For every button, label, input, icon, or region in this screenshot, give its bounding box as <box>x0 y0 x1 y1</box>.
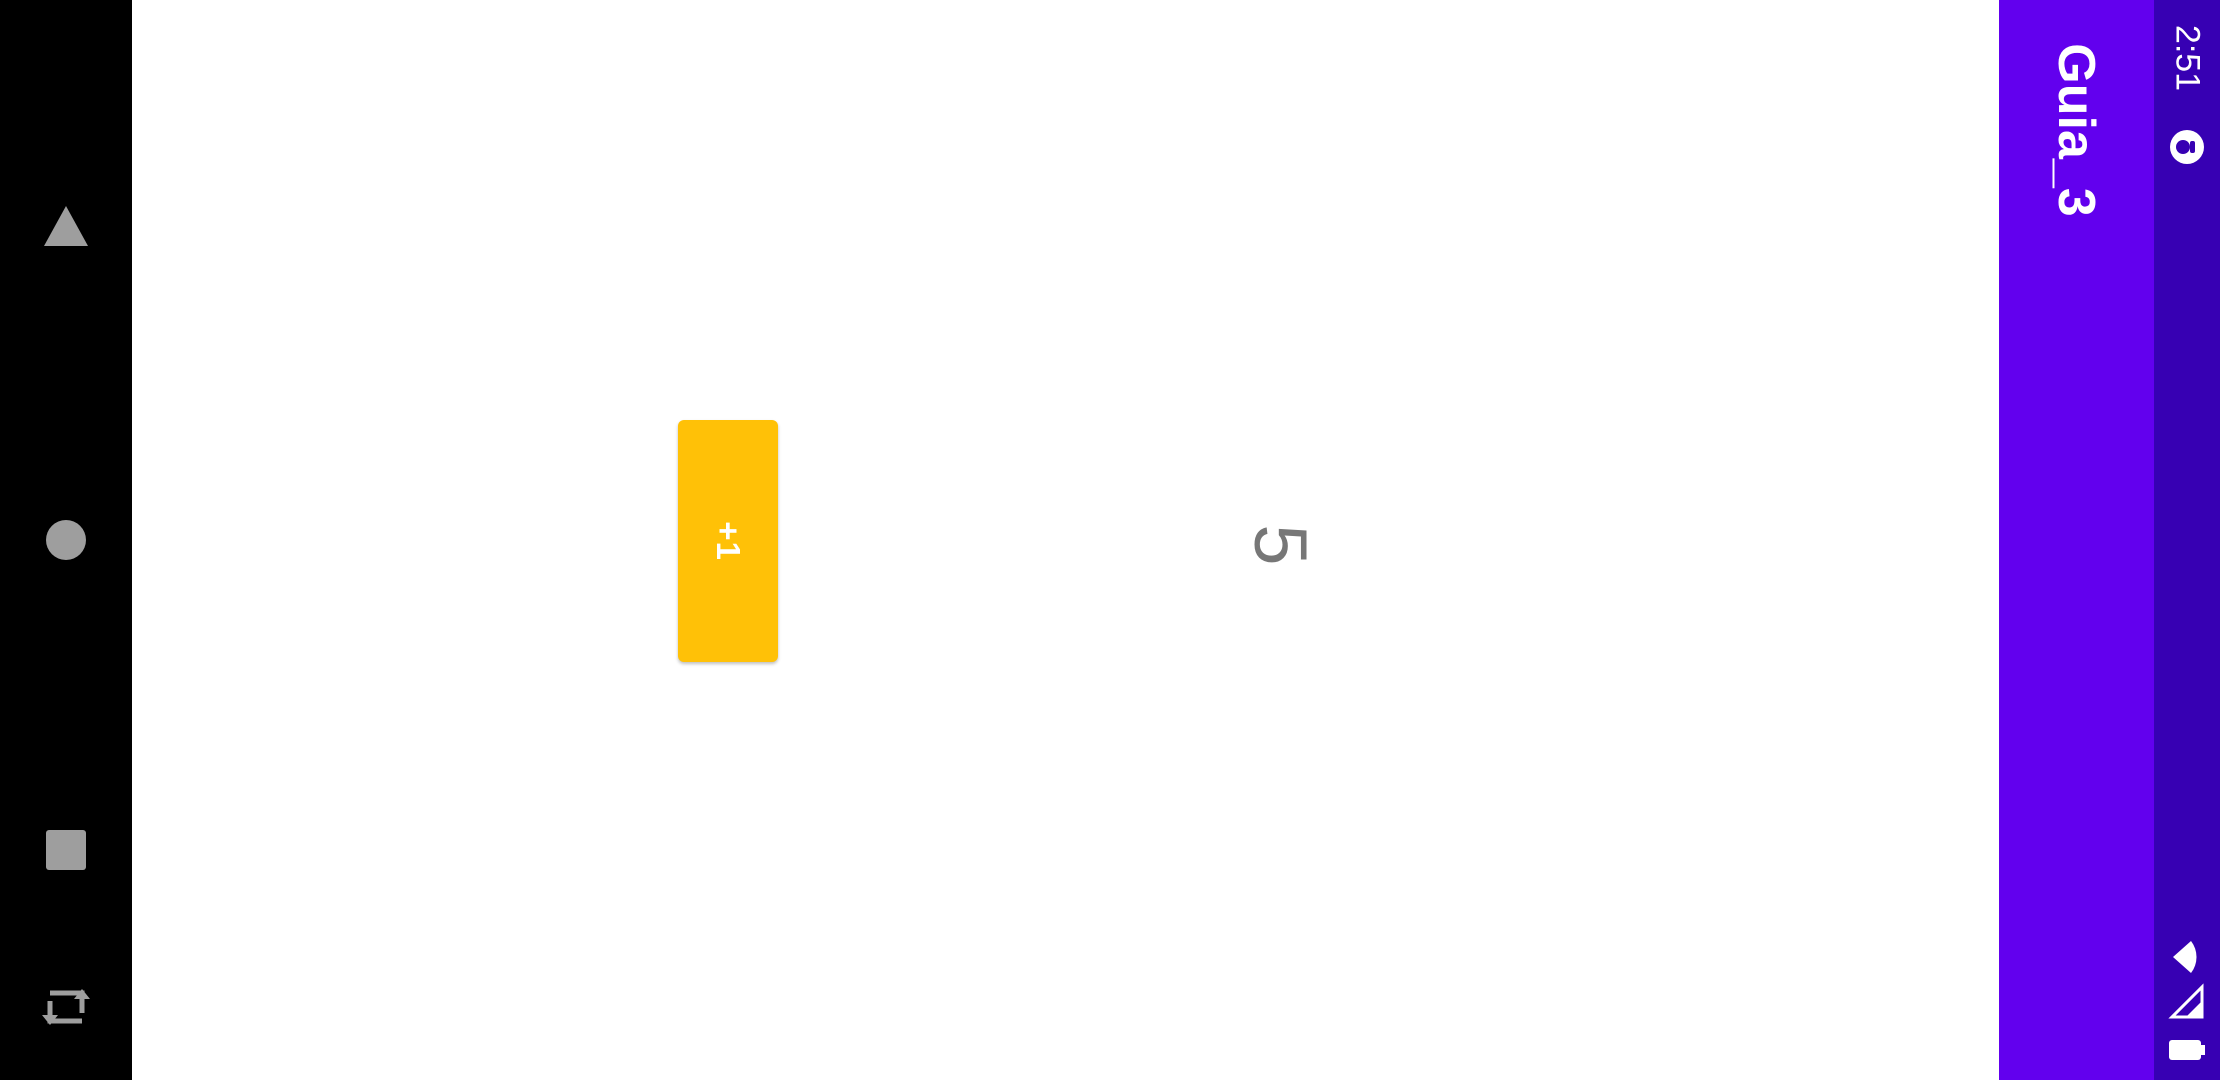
rotate-button[interactable] <box>26 967 106 1047</box>
recents-icon <box>46 830 86 870</box>
back-icon <box>44 206 88 246</box>
notification-icon <box>2167 127 2207 167</box>
rotate-icon <box>42 989 90 1025</box>
home-button[interactable] <box>26 500 106 580</box>
recents-button[interactable] <box>26 810 106 890</box>
home-icon <box>46 520 86 560</box>
navigation-bar <box>0 0 132 1080</box>
back-button[interactable] <box>26 186 106 266</box>
app-bar: Guia_3 <box>1999 0 2154 1080</box>
screen: +1 5 Guia_3 2:51 <box>0 0 2220 1080</box>
cell-signal-icon <box>2167 982 2207 1022</box>
wifi-icon <box>2167 937 2207 977</box>
counter-text: 5 <box>1239 524 1322 566</box>
status-bar: 2:51 <box>2154 0 2220 1080</box>
increment-button[interactable]: +1 <box>678 420 778 662</box>
main-content: +1 5 <box>132 0 1999 1080</box>
app-title: Guia_3 <box>2047 43 2105 217</box>
battery-icon <box>2167 1030 2207 1070</box>
status-time: 2:51 <box>2168 24 2207 92</box>
increment-button-label: +1 <box>710 521 747 561</box>
